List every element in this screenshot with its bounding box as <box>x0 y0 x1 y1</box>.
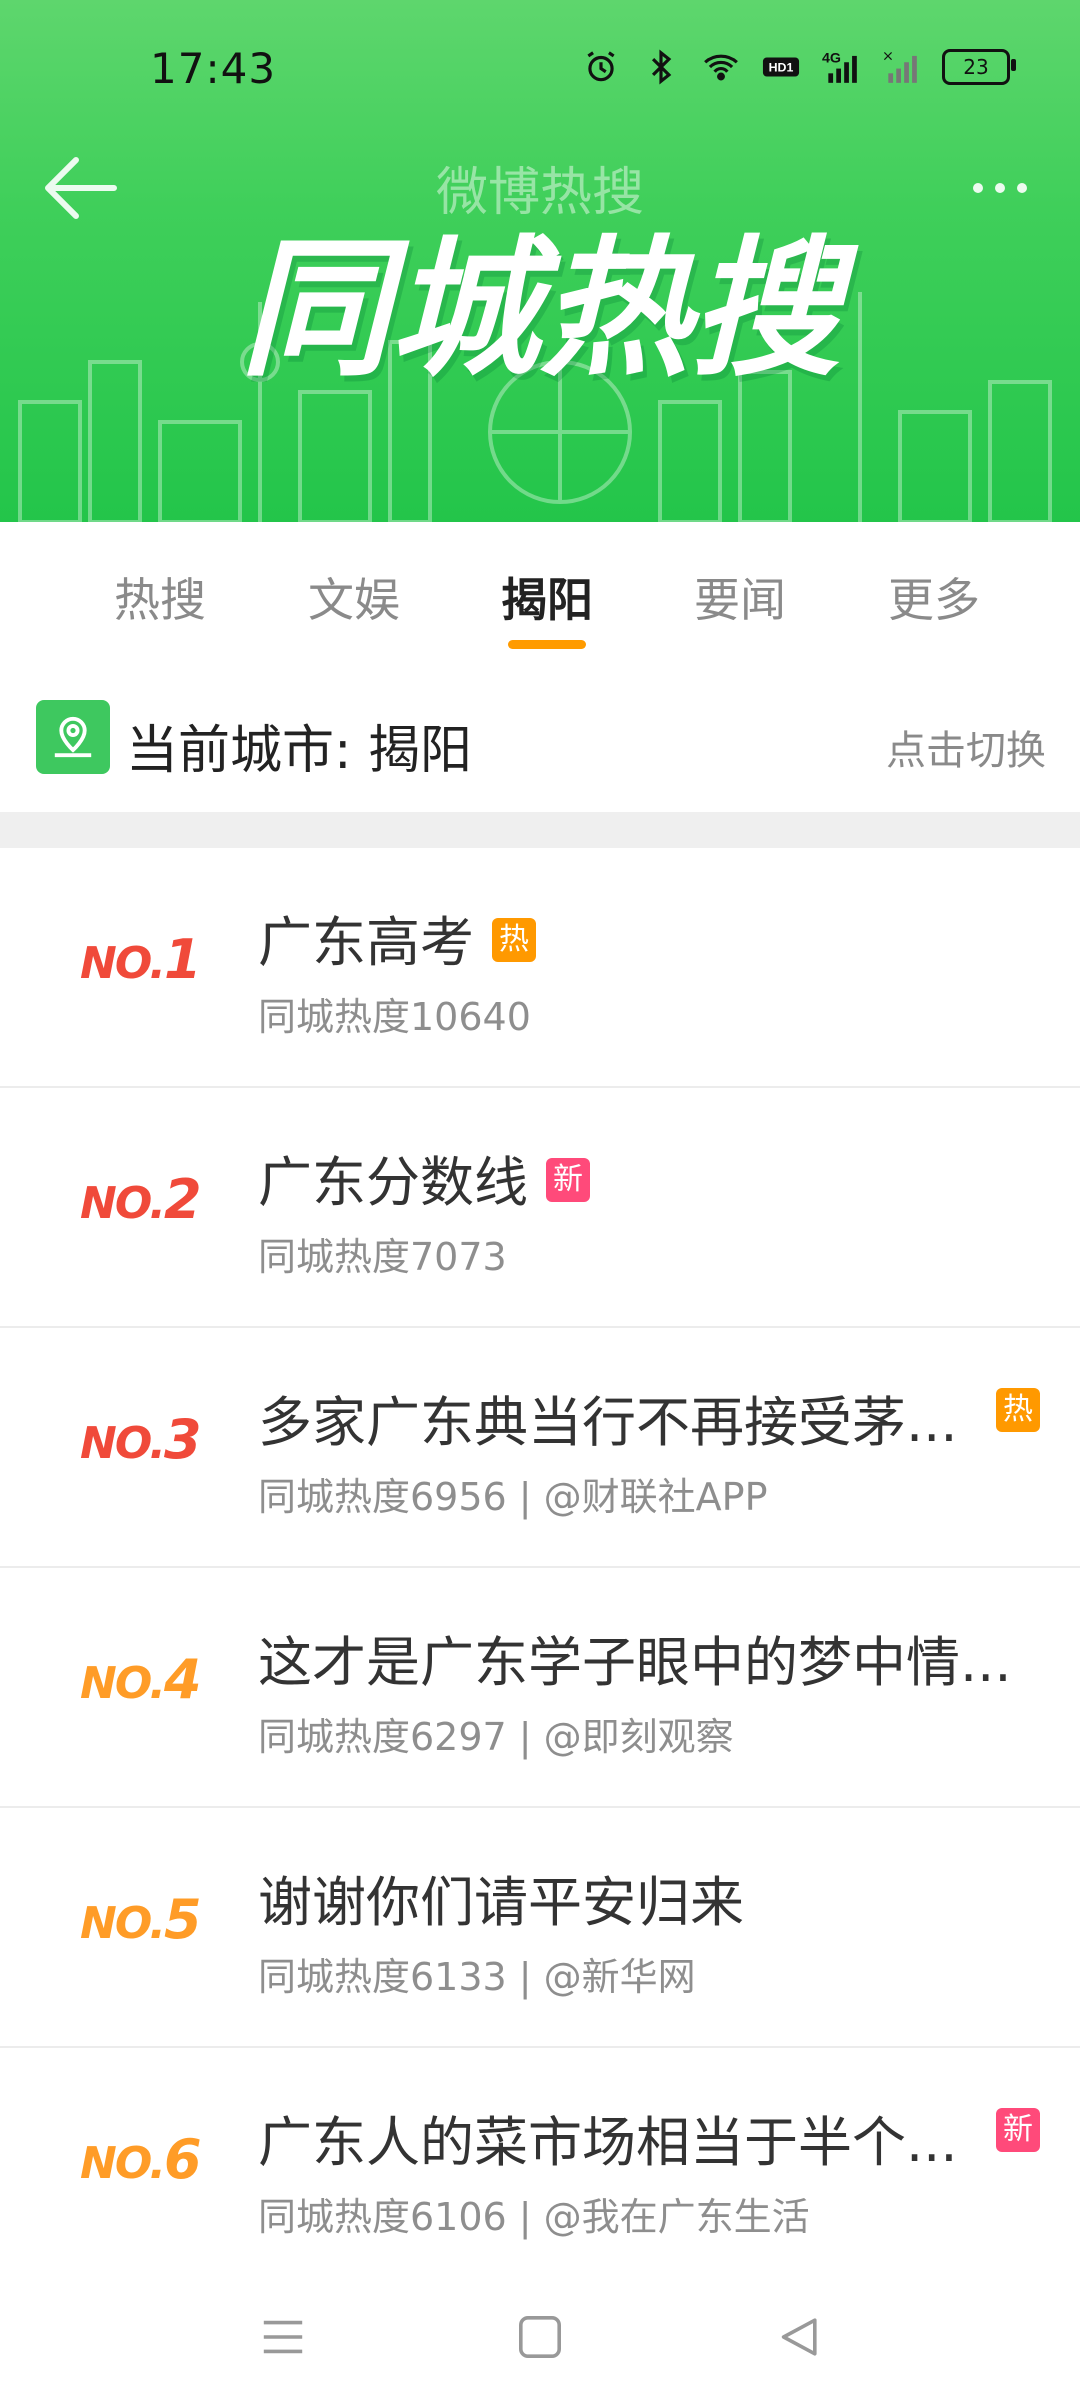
alarm-icon <box>582 48 620 86</box>
triangle-back-icon <box>781 2318 817 2356</box>
current-city-row: 当前城市: 揭阳 点击切换 <box>0 662 1080 812</box>
rank-number: NO.2 <box>80 1168 202 1231</box>
svg-text:×: × <box>882 49 894 65</box>
svg-text:4G: 4G <box>822 50 841 66</box>
item-title: 广东分数线新 <box>258 1138 590 1217</box>
rank-number: NO.1 <box>80 928 202 991</box>
item-title: 这才是广东学子眼中的梦中情... <box>258 1631 1012 1694</box>
bluetooth-icon <box>642 48 680 86</box>
current-city-label: 当前城市: 揭阳 <box>126 721 473 781</box>
item-heat: 同城热度6106 | @我在广东生活 <box>258 2195 810 2239</box>
new-badge: 新 <box>996 2108 1040 2152</box>
list-item[interactable]: NO.1 广东高考热 同城热度10640 <box>0 848 1080 1088</box>
item-heat: 同城热度10640 <box>258 995 531 1039</box>
rank-number: NO.6 <box>80 2128 202 2191</box>
tab-more[interactable]: 更多 <box>884 564 984 630</box>
recent-apps-button[interactable] <box>248 2302 318 2372</box>
active-tab-indicator <box>508 640 586 649</box>
list-item[interactable]: NO.2 广东分数线新 同城热度7073 <box>0 1088 1080 1328</box>
rank-number: NO.4 <box>80 1648 202 1711</box>
menu-lines-icon <box>263 2320 303 2354</box>
item-heat: 同城热度6956 | @财联社APP <box>258 1475 768 1519</box>
page-title: 同城热搜 <box>239 223 840 397</box>
header-banner: 17:43 HD1 4G × 23 微博热搜 同城热搜 <box>0 0 1080 522</box>
item-title: 广东人的菜市场相当于半个... <box>258 2111 958 2174</box>
map-pin-icon <box>36 700 110 774</box>
item-title: 多家广东典当行不再接受茅... <box>258 1391 958 1454</box>
system-back-button[interactable] <box>763 2302 833 2372</box>
switch-city-button[interactable]: 点击切换 <box>886 718 1046 776</box>
hot-badge: 热 <box>996 1388 1040 1432</box>
list-item[interactable]: NO.3 多家广东典当行不再接受茅... 热 同城热度6956 | @财联社AP… <box>0 1328 1080 1568</box>
item-title: 谢谢你们请平安归来 <box>258 1871 744 1934</box>
item-heat: 同城热度6133 | @新华网 <box>258 1955 696 1999</box>
hot-badge: 热 <box>492 918 536 963</box>
category-tabs: 热搜 文娱 揭阳 要闻 更多 <box>0 522 1080 664</box>
signal-4g-icon: 4G <box>822 48 860 86</box>
new-badge: 新 <box>546 1158 590 1203</box>
wifi-icon <box>702 48 740 86</box>
rank-number: NO.5 <box>80 1888 202 1951</box>
item-title: 广东高考热 <box>258 898 536 977</box>
hd-icon: HD1 <box>762 48 800 86</box>
tab-jieyang[interactable]: 揭阳 <box>497 564 597 630</box>
rank-number: NO.3 <box>80 1408 202 1471</box>
section-divider <box>0 812 1080 848</box>
list-item[interactable]: NO.5 谢谢你们请平安归来 同城热度6133 | @新华网 <box>0 1808 1080 2048</box>
tab-news[interactable]: 要闻 <box>690 564 790 630</box>
status-bar: 17:43 HD1 4G × 23 <box>0 0 1080 140</box>
tab-entertainment[interactable]: 文娱 <box>304 564 404 630</box>
hot-search-list: NO.1 广东高考热 同城热度10640 NO.2 广东分数线新 同城热度707… <box>0 848 1080 2286</box>
clock-time: 17:43 <box>150 44 277 93</box>
battery-indicator: 23 <box>942 49 1016 85</box>
item-heat: 同城热度6297 | @即刻观察 <box>258 1715 734 1759</box>
square-icon <box>519 2316 561 2358</box>
status-icons: HD1 4G × 23 <box>582 48 1016 86</box>
home-button[interactable] <box>505 2302 575 2372</box>
svg-text:HD1: HD1 <box>769 61 794 75</box>
signal-weak-icon: × <box>882 48 920 86</box>
item-heat: 同城热度7073 <box>258 1235 507 1279</box>
system-navigation-bar <box>0 2274 1080 2400</box>
tab-hot[interactable]: 热搜 <box>110 564 210 630</box>
list-item[interactable]: NO.4 这才是广东学子眼中的梦中情... 同城热度6297 | @即刻观察 <box>0 1568 1080 1808</box>
list-item[interactable]: NO.6 广东人的菜市场相当于半个... 新 同城热度6106 | @我在广东生… <box>0 2048 1080 2286</box>
